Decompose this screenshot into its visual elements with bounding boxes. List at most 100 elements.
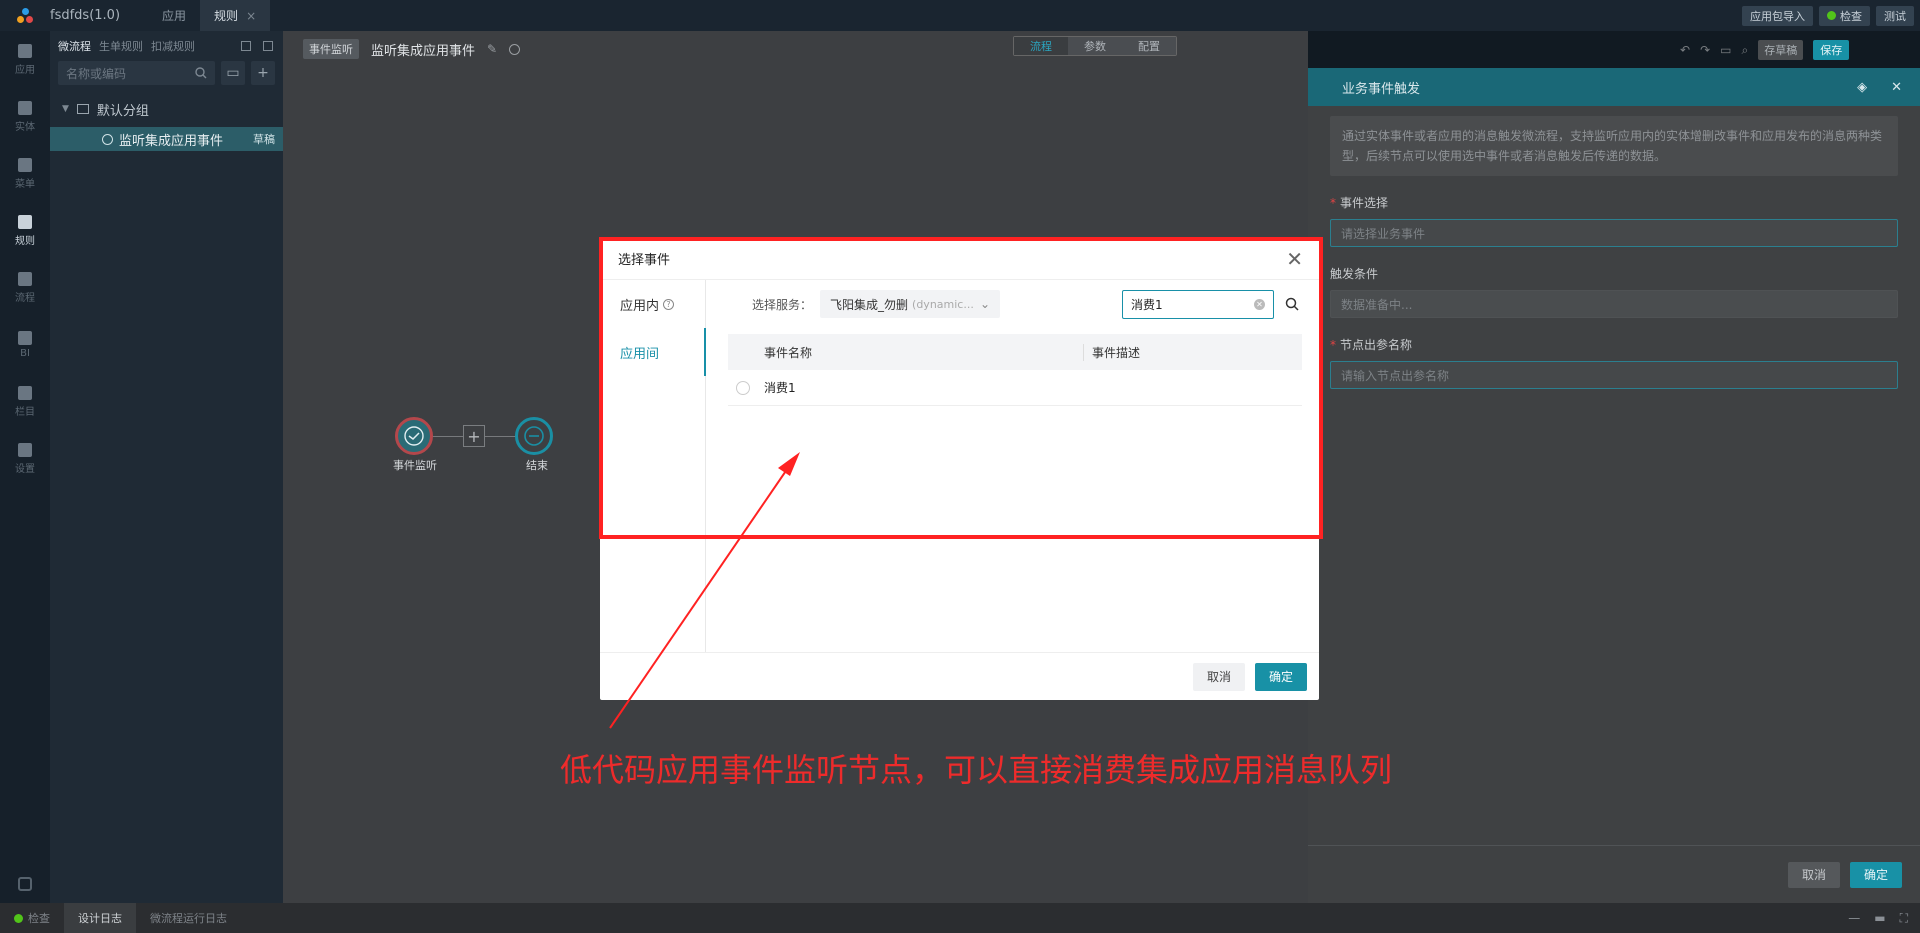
zoom-icon[interactable]: ⌕	[1741, 43, 1748, 58]
end-node-label: 结束	[526, 459, 548, 472]
rail-item-rules[interactable]: 规则	[0, 202, 50, 259]
tree-tabs: 微流程 生单规则 扣减规则	[50, 31, 283, 61]
event-label: * 事件选择	[1330, 196, 1389, 210]
rail-item-menu[interactable]: 菜单	[0, 145, 50, 202]
app-title: fsdfds(1.0)	[50, 8, 121, 23]
tab-config[interactable]: 配置	[1122, 37, 1176, 55]
test-button[interactable]: 测试	[1876, 5, 1914, 26]
rail-label: 菜单	[15, 178, 35, 190]
rail-label: 设置	[15, 463, 35, 475]
end-node[interactable]	[515, 417, 553, 455]
flow-icon	[18, 271, 32, 286]
screen-icon[interactable]: ▭	[1720, 43, 1731, 57]
rail-label: 应用	[15, 64, 35, 76]
import-button[interactable]: 应用包导入	[1742, 5, 1813, 26]
restore-icon[interactable]: ▬	[1874, 911, 1885, 926]
check-button-label: 检查	[1840, 9, 1862, 23]
tree-panel: 微流程 生单规则 扣减规则 名称或编码 ▭ + ▼ 默认分组 监听集成应用事件 …	[50, 31, 283, 903]
save-draft-button[interactable]: 存草稿	[1758, 40, 1804, 60]
folder-icon[interactable]: ▭	[221, 61, 245, 85]
list-icon[interactable]	[241, 41, 251, 51]
undo-icon[interactable]: ↶	[1680, 43, 1690, 57]
search-icon	[195, 67, 207, 79]
output-label-text: 节点出参名称	[1340, 338, 1413, 352]
app-icon	[18, 43, 32, 58]
check-circle-icon	[102, 133, 113, 145]
add-node-button[interactable]: +	[463, 425, 485, 447]
tree-tab-microflow[interactable]: 微流程	[58, 38, 91, 54]
save-button[interactable]: 保存	[1813, 40, 1850, 60]
start-node[interactable]	[395, 417, 433, 455]
properties-title: 业务事件触发	[1342, 81, 1421, 97]
condition-field[interactable]: 数据准备中...	[1330, 290, 1898, 318]
close-icon[interactable]: ✕	[1891, 80, 1902, 95]
column-icon	[18, 385, 32, 400]
rail-label: 流程	[15, 292, 35, 304]
pin-icon[interactable]	[263, 41, 273, 51]
status-bar: 检查 设计日志 微流程运行日志 — ▬ ⛶	[0, 903, 1920, 933]
node-type-tag: 事件监听	[303, 39, 359, 59]
rule-icon	[18, 214, 32, 229]
edit-icon[interactable]: ✎	[487, 42, 497, 56]
output-name-input[interactable]: 请输入节点出参名称	[1330, 361, 1898, 389]
top-actions: 应用包导入 检查 测试	[1742, 5, 1920, 26]
info-icon[interactable]	[509, 43, 521, 55]
minimize-icon[interactable]: —	[1848, 911, 1860, 926]
tab-design-log[interactable]: 设计日志	[64, 903, 136, 933]
tab-flow[interactable]: 流程	[1014, 37, 1068, 55]
rail-item-column[interactable]: 栏目	[0, 373, 50, 430]
properties-panel: 业务事件触发 ◈ ✕ 通过实体事件或者应用的消息触发微流程，支持监听应用内的实体增…	[1308, 68, 1920, 903]
event-select[interactable]: 请选择业务事件	[1330, 219, 1898, 247]
dialog-cancel-button[interactable]: 取消	[1192, 662, 1245, 691]
rail-item-settings[interactable]: 设置	[0, 430, 50, 487]
properties-header: 业务事件触发 ◈ ✕	[1308, 68, 1920, 106]
app-logo[interactable]	[0, 0, 50, 31]
tree-search-placeholder: 名称或编码	[66, 66, 127, 81]
add-icon[interactable]: +	[251, 61, 275, 85]
tree-item-selected[interactable]: 监听集成应用事件 草稿	[50, 127, 283, 151]
flow-title: 监听集成应用事件	[371, 43, 476, 59]
view-switch: 流程 参数 配置	[1013, 36, 1177, 56]
tree-search-input[interactable]: 名称或编码	[58, 61, 215, 85]
draft-badge: 草稿	[253, 133, 275, 146]
maximize-icon[interactable]: ⛶	[1900, 911, 1908, 926]
output-label: * 节点出参名称	[1330, 338, 1413, 352]
tab-run-log[interactable]: 微流程运行日志	[136, 903, 241, 933]
tree-group[interactable]: ▼ 默认分组	[50, 97, 283, 121]
event-label-text: 事件选择	[1340, 196, 1389, 210]
user-icon[interactable]	[18, 877, 32, 891]
tree-group-label: 默认分组	[96, 103, 149, 119]
dialog-ok-button[interactable]: 确定	[1254, 662, 1307, 691]
tree-tab-deduct[interactable]: 扣减规则	[151, 38, 195, 54]
logo-icon	[17, 7, 33, 24]
rail-item-bi[interactable]: BI	[0, 316, 50, 373]
tab-rules[interactable]: 规则 ×	[200, 0, 271, 31]
tab-rules-label: 规则	[214, 9, 239, 23]
tree-item-label: 监听集成应用事件	[119, 133, 224, 149]
tab-app[interactable]: 应用	[148, 0, 200, 31]
panel-ok-button[interactable]: 确定	[1849, 861, 1902, 888]
status-check[interactable]: 检查	[0, 903, 64, 933]
annotation-text: 低代码应用事件监听节点，可以直接消费集成应用消息队列	[560, 751, 1393, 789]
start-node-label: 事件监听	[393, 459, 437, 472]
folder-icon	[76, 104, 89, 114]
canvas-toolbar: ↶ ↷ ▭ ⌕ 存草稿 保存	[1680, 40, 1850, 60]
check-button[interactable]: 检查	[1819, 5, 1870, 26]
rail-item-entity[interactable]: 实体	[0, 88, 50, 145]
tree-tab-generate[interactable]: 生单规则	[99, 38, 143, 54]
top-bar: fsdfds(1.0) 应用 规则 × 应用包导入 检查 测试	[0, 0, 1920, 31]
stop-icon	[524, 426, 544, 446]
tab-params[interactable]: 参数	[1068, 37, 1122, 55]
rail-item-flow[interactable]: 流程	[0, 259, 50, 316]
caret-down-icon: ▼	[62, 104, 69, 114]
close-icon[interactable]: ×	[246, 9, 256, 23]
locate-icon[interactable]: ◈	[1857, 80, 1867, 95]
redo-icon[interactable]: ↷	[1700, 43, 1710, 57]
panel-cancel-button[interactable]: 取消	[1787, 861, 1840, 888]
rail-item-app[interactable]: 应用	[0, 31, 50, 88]
rail-label: 规则	[15, 235, 35, 247]
check-circle-icon	[404, 426, 424, 446]
menu-icon	[18, 157, 32, 172]
status-check-label: 检查	[28, 912, 50, 925]
status-ok-icon	[14, 913, 23, 923]
